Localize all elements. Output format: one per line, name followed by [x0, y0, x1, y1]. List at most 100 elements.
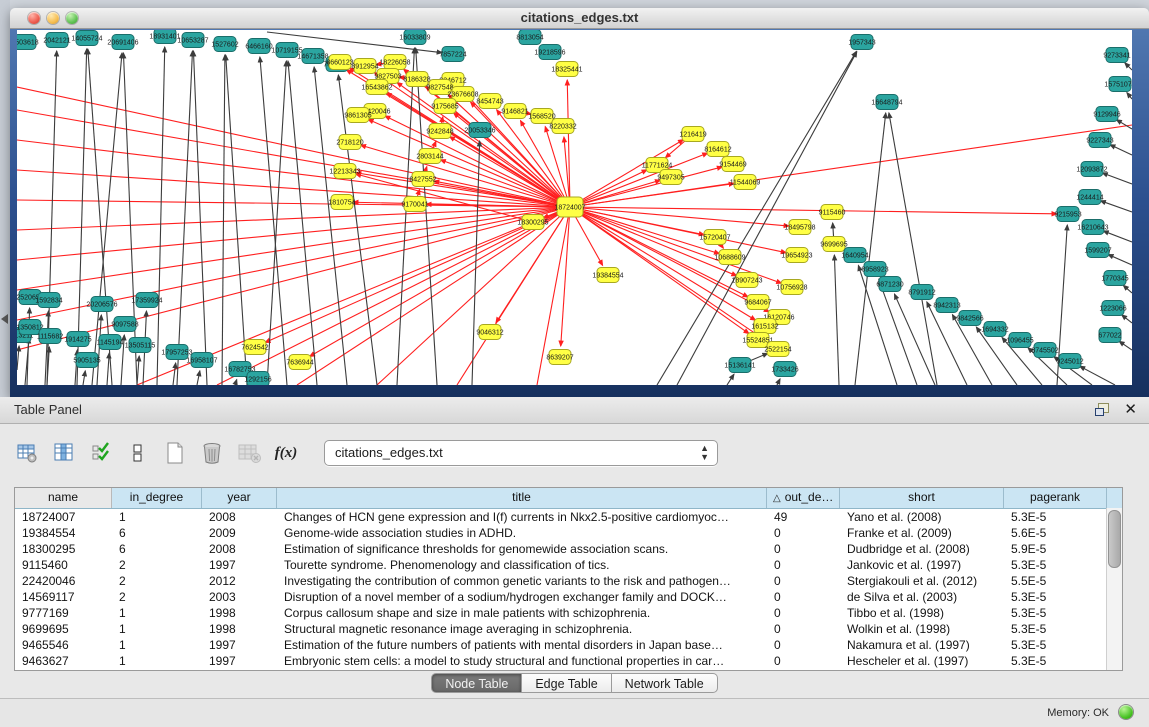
network-node[interactable]: 9227343	[1086, 133, 1113, 148]
table-cell[interactable]: 19384554	[15, 525, 112, 541]
network-node[interactable]: 9097588	[111, 317, 138, 332]
table-cell[interactable]: Jankovic et al. (1997)	[840, 557, 1004, 573]
network-node[interactable]: 18495798	[784, 220, 815, 235]
table-cell[interactable]: Yano et al. (2008)	[840, 509, 1004, 525]
table-cell[interactable]: 9777169	[15, 605, 112, 621]
network-node[interactable]: 1244414	[1076, 190, 1103, 205]
network-node[interactable]: 20691406	[107, 35, 138, 50]
network-node[interactable]: 1599207	[1084, 243, 1111, 258]
network-node[interactable]: 1568520	[528, 109, 555, 124]
table-row[interactable]: 1872400712008Changes of HCN gene express…	[15, 509, 1122, 525]
table-settings-icon[interactable]	[14, 440, 40, 466]
network-node[interactable]: 7636944	[286, 355, 313, 370]
network-node[interactable]: 15720407	[699, 230, 730, 245]
network-node[interactable]: 15136141	[724, 358, 755, 373]
table-cell[interactable]: Tibbo et al. (1998)	[840, 605, 1004, 621]
table-cell[interactable]: 5.5E-5	[1004, 573, 1107, 589]
network-node[interactable]: 2803144	[416, 149, 443, 164]
network-node[interactable]: 1292156	[244, 372, 271, 386]
network-node[interactable]: 1115682	[37, 329, 63, 344]
network-graph[interactable]: 1872400715036182042121140557242069140618…	[17, 30, 1132, 385]
table-cell[interactable]: Hescheler et al. (1997)	[840, 653, 1004, 669]
table-cell[interactable]: Estimation of significance thresholds fo…	[277, 541, 767, 557]
function-builder-icon[interactable]: f(x)	[273, 440, 299, 466]
table-cell[interactable]: 5.6E-5	[1004, 525, 1107, 541]
network-node[interactable]: 9842566	[956, 311, 983, 326]
table-row[interactable]: 2242004622012Investigating the contribut…	[15, 573, 1122, 589]
table-row[interactable]: 946554611997Estimation of the future num…	[15, 637, 1122, 653]
table-cell[interactable]: 6	[112, 541, 202, 557]
table-cell[interactable]: 9699695	[15, 621, 112, 637]
table-cell[interactable]: Disruption of a novel member of a sodium…	[277, 589, 767, 605]
network-node[interactable]: 19218596	[534, 45, 565, 60]
table-cell[interactable]: 5.9E-5	[1004, 541, 1107, 557]
delete-table-icon[interactable]	[199, 440, 225, 466]
table-cell[interactable]: 1	[112, 605, 202, 621]
column-header-short[interactable]: short	[840, 488, 1004, 508]
network-node[interactable]: 9215953	[1054, 207, 1081, 222]
network-node[interactable]: 5905135	[73, 353, 100, 368]
network-node[interactable]: 1810754	[328, 195, 355, 210]
table-cell[interactable]: 2003	[202, 589, 277, 605]
network-node[interactable]: 13505115	[125, 338, 156, 353]
network-node[interactable]: 9129946	[1093, 107, 1120, 122]
table-cell[interactable]: Franke et al. (2009)	[840, 525, 1004, 541]
network-node[interactable]: 18226058	[379, 55, 410, 70]
table-cell[interactable]: Stergiakouli et al. (2012)	[840, 573, 1004, 589]
network-node[interactable]: 8660123	[326, 55, 353, 70]
network-node[interactable]: 16543862	[361, 80, 392, 95]
table-cell[interactable]: 0	[767, 653, 840, 669]
table-row[interactable]: 911546021997Tourette syndrome. Phenomeno…	[15, 557, 1122, 573]
table-cell[interactable]: 1997	[202, 653, 277, 669]
tab-edge-table[interactable]: Edge Table	[522, 673, 611, 693]
network-node[interactable]: 9046312	[476, 325, 503, 340]
table-row[interactable]: 1830029562008Estimation of significance …	[15, 541, 1122, 557]
table-selector-dropdown[interactable]: citations_edges.txt ▲▼	[324, 440, 718, 466]
network-node[interactable]: 1733426	[771, 362, 798, 377]
network-node[interactable]: 12213343	[329, 164, 360, 179]
network-node[interactable]: 1615132	[751, 319, 778, 334]
table-cell[interactable]: 5.3E-5	[1004, 653, 1107, 669]
table-cell[interactable]: 2	[112, 589, 202, 605]
table-cell[interactable]: 9115460	[15, 557, 112, 573]
column-header-name[interactable]: name	[15, 488, 112, 508]
table-cell[interactable]: 1998	[202, 605, 277, 621]
table-cell[interactable]: Changes of HCN gene expression and I(f) …	[277, 509, 767, 525]
table-cell[interactable]: 1	[112, 653, 202, 669]
table-cell[interactable]: 2012	[202, 573, 277, 589]
table-cell[interactable]: 1998	[202, 621, 277, 637]
network-node[interactable]: 16210643	[1077, 220, 1108, 235]
network-node[interactable]: 1640954	[841, 248, 868, 263]
table-cell[interactable]: 9465546	[15, 637, 112, 653]
table-cell[interactable]: 1997	[202, 557, 277, 573]
network-node[interactable]: 20053346	[464, 123, 495, 138]
table-cell[interactable]: 5.3E-5	[1004, 605, 1107, 621]
table-cell[interactable]: 2008	[202, 509, 277, 525]
network-node[interactable]: 18907243	[731, 273, 762, 288]
network-node[interactable]: 15751074	[1104, 77, 1132, 92]
table-cell[interactable]: Embryonic stem cells: a model to study s…	[277, 653, 767, 669]
network-node[interactable]: 2522154	[764, 342, 791, 357]
network-node[interactable]: 6466160	[245, 39, 272, 54]
network-node[interactable]: 11544069	[730, 175, 761, 190]
table-cell[interactable]: 18724007	[15, 509, 112, 525]
table-cell[interactable]: 2008	[202, 541, 277, 557]
network-node[interactable]: 1770345	[1101, 271, 1128, 286]
table-cell[interactable]: 2	[112, 573, 202, 589]
table-cell[interactable]: 49	[767, 509, 840, 525]
table-cell[interactable]: Investigating the contribution of common…	[277, 573, 767, 589]
table-row[interactable]: 946362711997Embryonic stem cells: a mode…	[15, 653, 1122, 669]
column-header-out-degree[interactable]: △out_de…	[767, 488, 840, 508]
table-cell[interactable]: 1997	[202, 637, 277, 653]
network-node[interactable]: 8813054	[516, 30, 543, 45]
table-row[interactable]: 1456911722003Disruption of a novel membe…	[15, 589, 1122, 605]
network-node[interactable]: 8958923	[861, 262, 888, 277]
network-node[interactable]: 1527602	[211, 37, 238, 52]
network-node[interactable]: 1223066	[1099, 301, 1126, 316]
table-cell[interactable]: Tourette syndrome. Phenomenology and cla…	[277, 557, 767, 573]
column-header-year[interactable]: year	[202, 488, 277, 508]
network-node[interactable]: 12093872	[1076, 162, 1107, 177]
network-node[interactable]: 677022	[1098, 328, 1121, 343]
network-canvas[interactable]: 1872400715036182042121140557242069140618…	[17, 30, 1132, 385]
network-node[interactable]: 1914275	[64, 332, 91, 347]
